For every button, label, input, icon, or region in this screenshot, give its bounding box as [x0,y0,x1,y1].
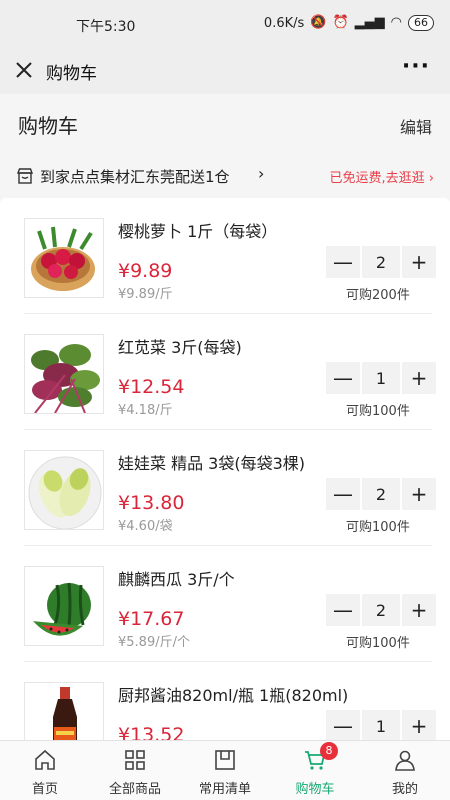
store-bar[interactable]: 到家点点集材汇东莞配送1仓 › 已免运费,去逛逛 › [0,158,450,194]
tab-label: 首页 [31,782,58,797]
chevron-right-icon: › [258,164,265,183]
close-icon[interactable] [12,58,36,82]
decrease-button[interactable]: — [326,594,360,626]
tab-cart[interactable]: 8 购物车 [270,741,360,800]
product-price: ¥12.54 [118,376,185,398]
purchase-limit: 可购100件 [346,520,410,535]
quantity-field[interactable]: 2 [362,246,400,278]
cart-item: 红苋菜 3斤(每袋) ¥12.54 ¥4.18/斤 — 1 + 可购100件 [0,314,450,430]
increase-button[interactable]: + [402,594,436,626]
unit-price: ¥9.89/斤 [118,287,173,302]
increase-button[interactable]: + [402,246,436,278]
page-header: 购物车 编辑 [0,94,450,156]
status-time: 下午5:30 [76,19,136,35]
quantity-field[interactable]: 2 [362,594,400,626]
store-icon [16,168,34,184]
product-image-soy-sauce[interactable] [24,682,104,740]
network-speed: 0.6K/s [263,15,305,31]
free-shipping-link[interactable]: 已免运费,去逛逛 › [330,167,434,186]
product-name: 樱桃萝卜 1斤（每袋） [118,222,278,241]
page-title: 购物车 [18,114,78,138]
decrease-button[interactable]: — [326,362,360,394]
status-icons: 0.6K/s 🔕 ⏰ ▂▄▆ ◠ 66 [264,15,434,31]
product-name: 麒麟西瓜 3斤/个 [118,570,235,589]
cart-list: 樱桃萝卜 1斤（每袋） ¥9.89 ¥9.89/斤 — 2 + 可购200件 红… [0,198,450,740]
purchase-limit: 可购100件 [346,636,410,651]
product-price: ¥13.80 [118,492,185,514]
product-price: ¥17.67 [118,608,185,630]
tab-profile[interactable]: 我的 [360,741,450,800]
product-name: 厨邦酱油820ml/瓶 1瓶(820ml) [118,686,349,705]
tab-frequent-list[interactable]: 常用清单 [180,741,270,800]
quantity-field[interactable]: 1 [362,710,400,740]
tab-all-products[interactable]: 全部商品 [90,741,180,800]
grid-icon [125,750,145,770]
quantity-field[interactable]: 2 [362,478,400,510]
quantity-stepper: — 2 + [326,246,436,278]
product-image-watermelon[interactable] [24,566,104,646]
navbar-title: 购物车 [46,64,97,84]
mini-program-navbar: 购物车 ··· [0,50,450,94]
decrease-button[interactable]: — [326,478,360,510]
product-name: 娃娃菜 精品 3袋(每袋3棵) [118,454,306,473]
quantity-stepper: — 1 + [326,362,436,394]
quantity-stepper: — 2 + [326,478,436,510]
cart-item: 娃娃菜 精品 3袋(每袋3棵) ¥13.80 ¥4.60/袋 — 2 + 可购1… [0,430,450,546]
purchase-limit: 可购200件 [346,288,410,303]
unit-price: ¥4.60/袋 [118,519,173,534]
cart-item: 麒麟西瓜 3斤/个 ¥17.67 ¥5.89/斤/个 — 2 + 可购100件 [0,546,450,662]
product-image-radish[interactable] [24,218,104,298]
tab-label: 全部商品 [108,782,161,797]
unit-price: ¥5.89/斤/个 [118,635,190,650]
tab-label: 我的 [391,782,418,797]
wifi-icon: ◠ [390,15,402,30]
bottom-tab-bar: 首页 全部商品 常用清单 8 购物车 我的 [0,740,450,800]
signal-icon: ▂▄▆ [354,15,385,30]
decrease-button[interactable]: — [326,246,360,278]
tab-label: 购物车 [295,782,335,797]
home-icon [35,749,55,770]
purchase-limit: 可购100件 [346,404,410,419]
tab-label: 常用清单 [198,782,251,797]
store-name: 到家点点集材汇东莞配送1仓 [40,168,230,186]
product-image-amaranth[interactable] [24,334,104,414]
increase-button[interactable]: + [402,478,436,510]
quantity-stepper: — 2 + [326,594,436,626]
cart-item: 樱桃萝卜 1斤（每袋） ¥9.89 ¥9.89/斤 — 2 + 可购200件 [0,198,450,314]
quantity-stepper: — 1 + [326,710,436,740]
product-name: 红苋菜 3斤(每袋) [118,338,242,357]
edit-button[interactable]: 编辑 [400,114,432,138]
product-price: ¥9.89 [118,260,173,282]
list-icon [215,750,235,770]
status-bar: 下午5:30 0.6K/s 🔕 ⏰ ▂▄▆ ◠ 66 [0,0,450,50]
product-image-baby-cabbage[interactable] [24,450,104,530]
increase-button[interactable]: + [402,710,436,740]
alarm-icon: ⏰ [332,15,349,30]
more-menu-button[interactable]: ··· [402,54,430,79]
battery-icon: 66 [408,15,434,31]
cart-item: 厨邦酱油820ml/瓶 1瓶(820ml) ¥13.52 — 1 + [0,662,450,740]
increase-button[interactable]: + [402,362,436,394]
cart-badge: 8 [320,742,338,760]
product-price: ¥13.52 [118,724,185,740]
decrease-button[interactable]: — [326,710,360,740]
tab-home[interactable]: 首页 [0,741,90,800]
quantity-field[interactable]: 1 [362,362,400,394]
unit-price: ¥4.18/斤 [118,403,173,418]
mute-icon: 🔕 [310,15,327,30]
user-icon [395,750,415,771]
